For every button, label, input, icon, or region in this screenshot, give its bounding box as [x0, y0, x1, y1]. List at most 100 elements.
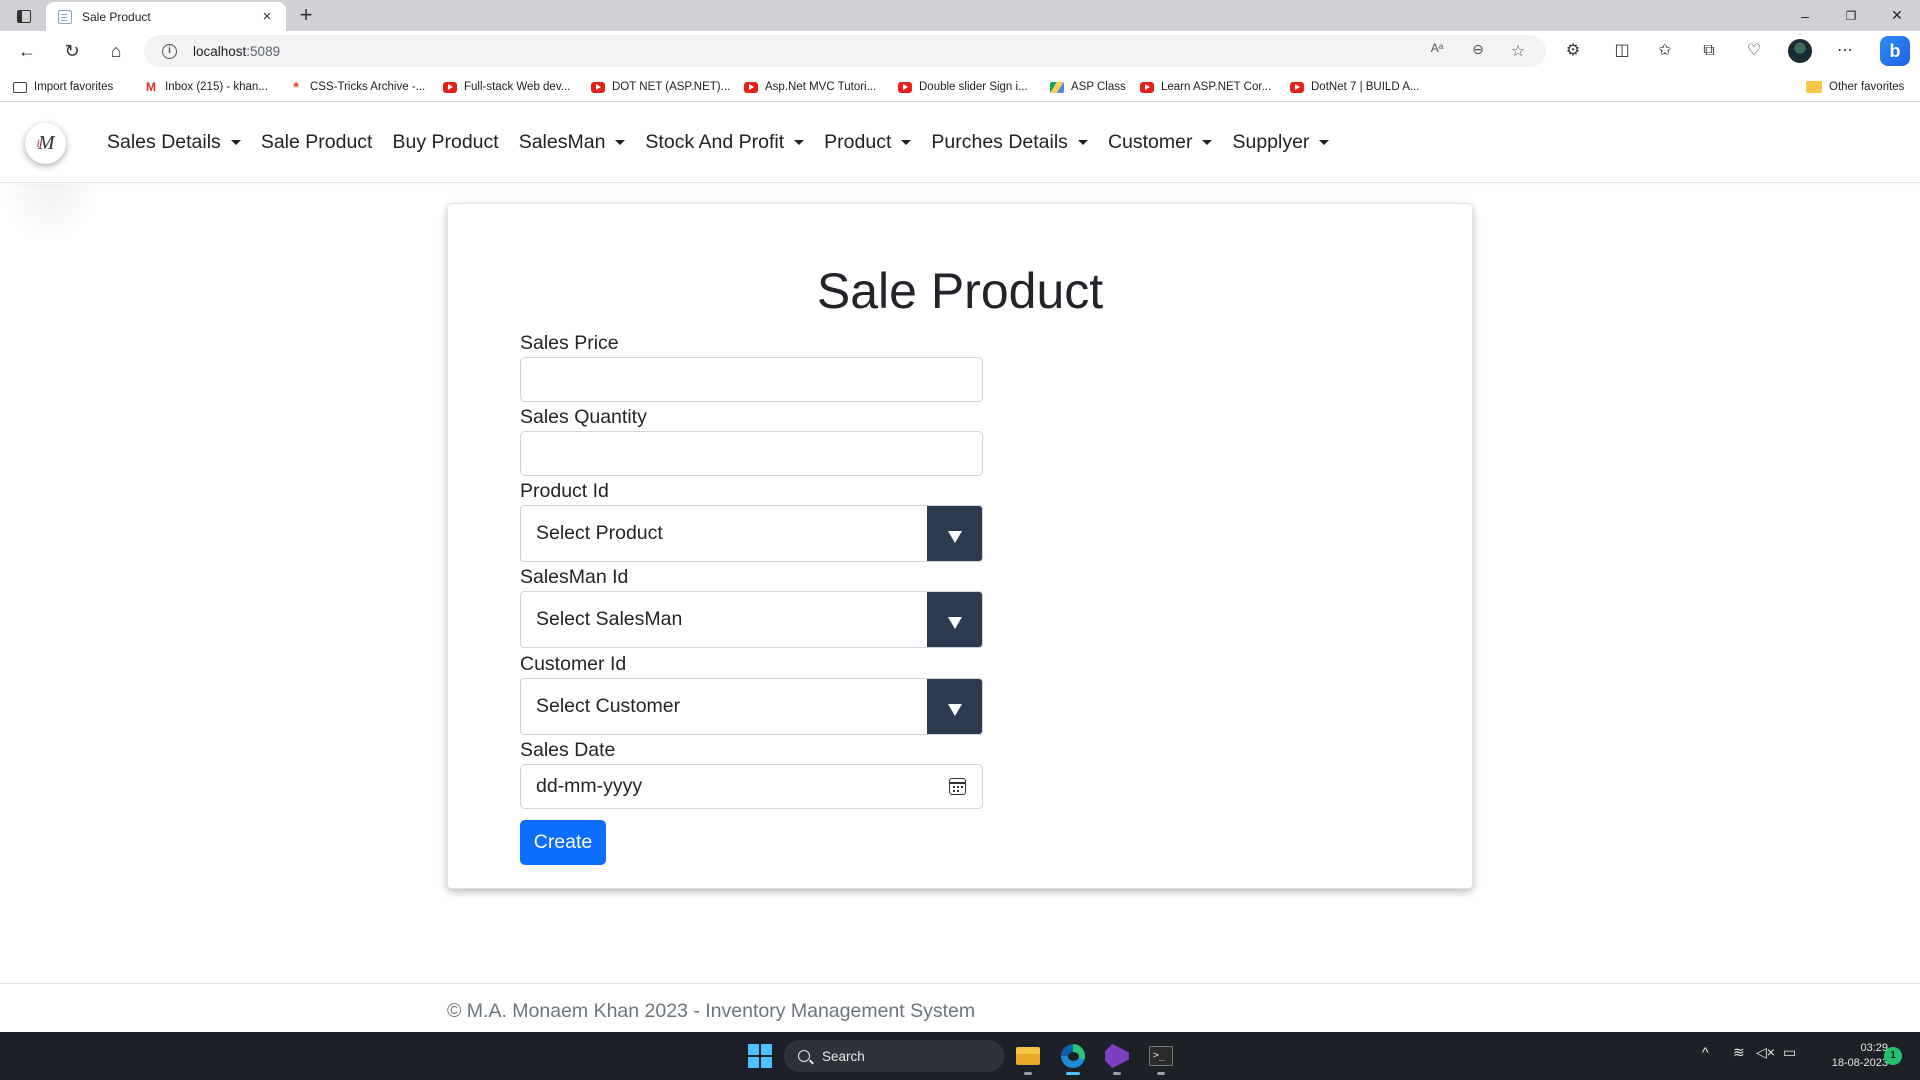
profile-avatar[interactable]	[1788, 39, 1812, 63]
nav-sale-product[interactable]: Sale Product	[261, 131, 373, 154]
nav-buy-product[interactable]: Buy Product	[392, 131, 498, 154]
running-indicator	[1113, 1072, 1121, 1075]
nav-supplyer[interactable]: Supplyer	[1232, 131, 1330, 154]
sales-price-input[interactable]	[520, 357, 983, 402]
favorite-css-tricks[interactable]: * CSS-Tricks Archive -...	[289, 78, 425, 96]
taskbar-clock[interactable]: 03:29 18-08-2023	[1808, 1041, 1888, 1071]
favorite-inbox[interactable]: M Inbox (215) - khan...	[144, 78, 268, 96]
calendar-icon[interactable]	[949, 778, 966, 795]
edge-app[interactable]	[1057, 1040, 1089, 1075]
caret-down-icon	[1319, 140, 1330, 145]
nav-salesman[interactable]: SalesMan	[519, 131, 626, 154]
favorite-star-icon[interactable]: ☆	[1507, 41, 1529, 61]
taskbar-search-label: Search	[822, 1048, 865, 1064]
windows-start-icon[interactable]	[748, 1044, 772, 1068]
page-favicon-icon	[58, 9, 72, 24]
volume-muted-icon[interactable]: ◁×	[1756, 1044, 1775, 1061]
address-bar[interactable]: i localhost:5089 Aᵃ ⊖ ☆	[144, 35, 1546, 67]
site-info-icon[interactable]: i	[162, 43, 177, 59]
nav-customer[interactable]: Customer	[1108, 131, 1213, 154]
close-window-icon[interactable]: ✕	[1874, 0, 1920, 31]
restore-icon[interactable]: ❐	[1828, 0, 1874, 31]
clock-time: 03:29	[1860, 1042, 1888, 1054]
close-tab-icon[interactable]: ×	[258, 8, 276, 25]
notification-badge[interactable]: 1	[1884, 1047, 1902, 1065]
favorite-learn-aspnet[interactable]: Learn ASP.NET Cor...	[1140, 78, 1271, 96]
minimize-icon[interactable]: –	[1782, 0, 1828, 31]
product-id-select[interactable]: Select Product	[520, 505, 983, 562]
nav-purches-details[interactable]: Purches Details	[931, 131, 1088, 154]
customer-id-select[interactable]: Select Customer	[520, 678, 983, 735]
logo-shadow	[0, 184, 100, 244]
folder-icon	[1016, 1047, 1040, 1065]
favorites-icon[interactable]: ✩	[1653, 40, 1677, 62]
favorites-bar: Import favorites M Inbox (215) - khan... …	[0, 71, 1920, 102]
footer-copyright: © M.A. Monaem Khan 2023 - Inventory Mana…	[447, 1000, 976, 1022]
favorite-aspnet-mvc[interactable]: Asp.Net MVC Tutori...	[744, 78, 876, 96]
dropdown-arrow-icon[interactable]	[927, 592, 982, 647]
extensions-icon[interactable]: ⚙	[1561, 40, 1585, 62]
favorite-asp-class[interactable]: ASP Class	[1050, 78, 1126, 96]
google-drive-icon	[1050, 81, 1064, 93]
favorite-fullstack[interactable]: Full-stack Web dev...	[443, 78, 570, 96]
caret-down-icon	[615, 140, 626, 145]
refresh-icon[interactable]: ↻	[59, 39, 85, 63]
back-icon[interactable]: ←	[14, 39, 40, 63]
running-indicator	[1024, 1072, 1032, 1075]
dropdown-arrow-icon[interactable]	[927, 679, 982, 734]
favorite-dotnet7[interactable]: DotNet 7 | BUILD A...	[1290, 78, 1419, 96]
battery-icon[interactable]: ▭	[1783, 1044, 1796, 1061]
terminal-app[interactable]: >_	[1145, 1040, 1177, 1075]
tab-actions-icon[interactable]	[12, 6, 36, 26]
nav-menu: Sales Details Sale Product Buy Product S…	[107, 102, 1349, 183]
search-icon	[798, 1050, 810, 1062]
salesman-id-select[interactable]: Select SalesMan	[520, 591, 983, 648]
clock-date: 18-08-2023	[1831, 1057, 1888, 1069]
sale-product-card: Sale Product Sales Price Sales Quantity …	[447, 203, 1473, 889]
chevron-up-icon[interactable]: ^	[1702, 1044, 1709, 1060]
customer-id-label: Customer Id	[520, 653, 627, 675]
browser-tab[interactable]: Sale Product ×	[46, 2, 286, 31]
salesman-id-selected: Select SalesMan	[536, 608, 683, 630]
nav-product[interactable]: Product	[824, 131, 912, 154]
read-aloud-icon[interactable]: Aᵃ	[1426, 41, 1448, 61]
taskbar-search[interactable]: Search	[784, 1040, 1004, 1072]
new-tab-icon[interactable]: +	[294, 3, 318, 27]
url-text: localhost:5089	[193, 43, 281, 59]
youtube-icon	[744, 81, 758, 93]
nav-stock-and-profit[interactable]: Stock And Profit	[645, 131, 805, 154]
more-menu-icon[interactable]: ⋯	[1833, 40, 1857, 62]
browser-essentials-icon[interactable]: ♡	[1742, 40, 1766, 62]
sales-quantity-input[interactable]	[520, 431, 983, 476]
favorite-double-slider[interactable]: Double slider Sign i...	[898, 78, 1028, 96]
split-screen-icon[interactable]: ◫	[1610, 40, 1634, 62]
dropdown-arrow-icon[interactable]	[927, 506, 982, 561]
salesman-id-label: SalesMan Id	[520, 566, 629, 588]
home-icon[interactable]: ⌂	[103, 39, 129, 63]
customer-id-selected: Select Customer	[536, 695, 681, 717]
create-button[interactable]: Create	[520, 820, 606, 865]
nav-sales-details[interactable]: Sales Details	[107, 131, 241, 154]
favorite-dotnet[interactable]: DOT NET (ASP.NET)...	[591, 78, 730, 96]
zoom-out-icon[interactable]: ⊖	[1467, 41, 1489, 61]
file-explorer-app[interactable]	[1012, 1040, 1044, 1075]
other-favorites[interactable]: Other favorites	[1806, 78, 1904, 96]
tab-title: Sale Product	[82, 9, 151, 24]
css-tricks-icon: *	[293, 78, 299, 96]
sales-quantity-label: Sales Quantity	[520, 406, 647, 428]
sales-date-label: Sales Date	[520, 739, 616, 761]
sales-date-input[interactable]: dd-mm-yyyy	[520, 764, 983, 809]
collections-icon[interactable]: ⧉	[1697, 40, 1721, 62]
browser-toolbar: ← ↻ ⌂ i localhost:5089 Aᵃ ⊖ ☆ ⚙ ◫ ✩ ⧉ ♡ …	[0, 31, 1920, 71]
windows-taskbar: Search >_ ^ ≋ ◁× ▭ 03:29 18-08-2023 1	[0, 1032, 1920, 1080]
favorite-import[interactable]: Import favorites	[13, 78, 113, 96]
caret-down-icon	[794, 140, 805, 145]
brand-logo[interactable]: iM	[25, 123, 66, 164]
sales-date-placeholder: dd-mm-yyyy	[536, 775, 643, 797]
bing-copilot-icon[interactable]: b	[1880, 36, 1910, 66]
visual-studio-app[interactable]	[1101, 1040, 1133, 1075]
wifi-icon[interactable]: ≋	[1733, 1044, 1745, 1061]
caret-down-icon	[1202, 140, 1213, 145]
running-indicator	[1157, 1072, 1165, 1075]
youtube-icon	[591, 81, 605, 93]
